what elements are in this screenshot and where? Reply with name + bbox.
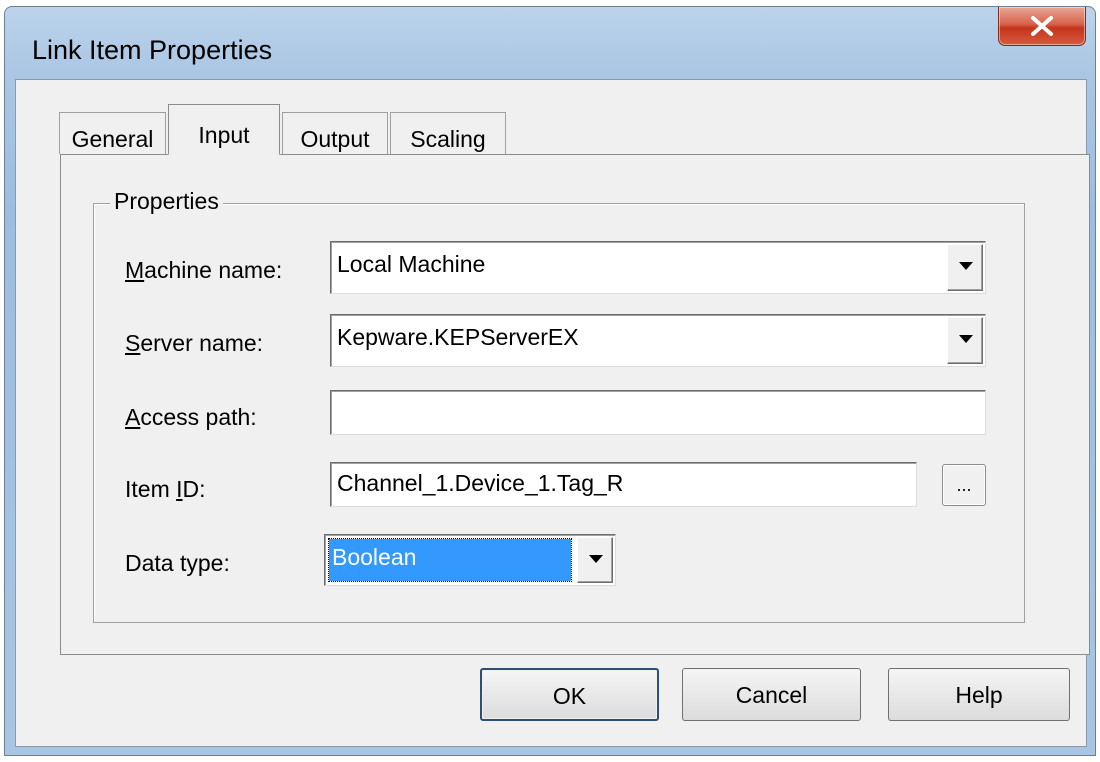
data-type-dropdown-button[interactable] [577,537,613,583]
title-bar[interactable]: Link Item Properties [5,7,1095,85]
item-id-label: Item ID: [125,476,206,502]
browse-item-button[interactable]: ... [942,464,986,506]
chevron-down-icon [589,555,603,563]
help-button[interactable]: Help [888,668,1070,721]
item-id-value: Channel_1.Device_1.Tag_R [337,470,624,496]
machine-name-dropdown-button[interactable] [947,244,983,291]
machine-name-value: Local Machine [337,251,486,277]
input-tab-panel: Properties Machine name: Local Machine S… [60,154,1090,655]
server-name-dropdown-button[interactable] [947,317,983,364]
access-path-label: Access path: [125,404,257,430]
dialog-client-area: General Input Output Scaling Properties … [15,79,1090,747]
chevron-down-icon [959,262,973,270]
tab-general[interactable]: General [59,112,166,154]
close-icon [1031,16,1053,36]
data-type-label: Data type: [125,550,230,576]
data-type-select[interactable]: Boolean [324,534,616,586]
close-button[interactable] [998,7,1086,46]
machine-name-label: Machine name: [125,257,283,283]
cancel-button[interactable]: Cancel [682,668,861,721]
server-name-combobox[interactable]: Kepware.KEPServerEX [330,314,986,367]
tab-scaling-label: Scaling [410,126,486,152]
machine-name-combobox[interactable]: Local Machine [330,241,986,294]
item-id-input[interactable]: Channel_1.Device_1.Tag_R [330,462,917,507]
dialog-window: Link Item Properties General Input Outpu… [4,6,1096,756]
chevron-down-icon [959,335,973,343]
window-title: Link Item Properties [32,35,273,65]
tab-output[interactable]: Output [282,112,388,154]
tab-input-label: Input [198,122,250,148]
properties-groupbox: Properties Machine name: Local Machine S… [93,188,1025,623]
server-name-value: Kepware.KEPServerEX [337,324,579,350]
tab-scaling[interactable]: Scaling [390,112,506,154]
tab-output-label: Output [300,126,370,152]
tab-input[interactable]: Input [168,104,280,155]
data-type-selected-item: Boolean [328,538,572,582]
tab-general-label: General [71,126,154,152]
ok-button[interactable]: OK [480,668,659,721]
access-path-input[interactable] [330,390,986,435]
data-type-value: Boolean [332,544,417,570]
server-name-label: Server name: [125,330,264,356]
properties-group-title: Properties [110,188,223,215]
